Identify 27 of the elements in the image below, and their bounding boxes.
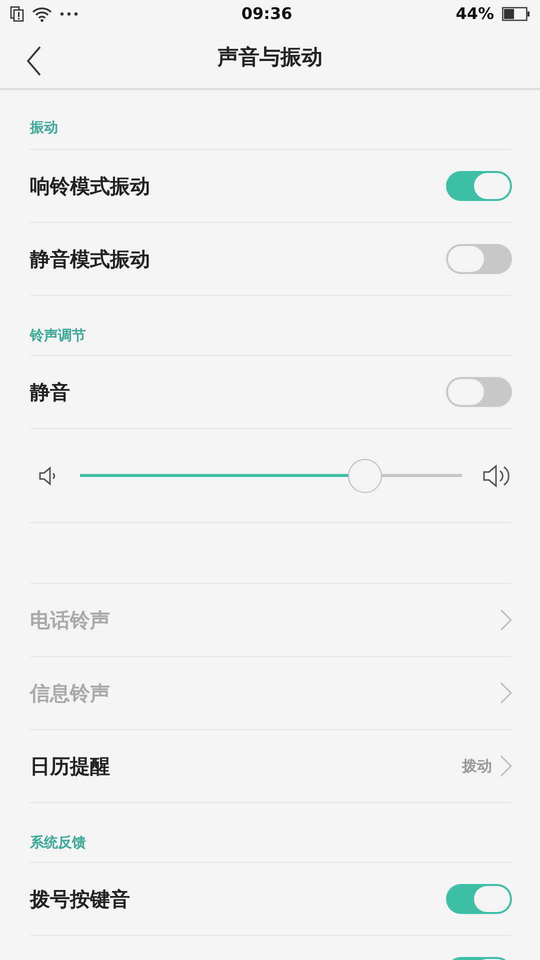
more-icon [60, 12, 78, 16]
setting-label: 拨号按键音 [30, 886, 130, 913]
sim-icon [10, 6, 24, 22]
setting-label: 响铃模式振动 [30, 173, 150, 200]
battery-percent: 44% [456, 3, 494, 25]
slider-thumb[interactable] [348, 458, 382, 492]
chevron-icon [500, 755, 512, 777]
section-header: 系统反馈 [30, 834, 86, 853]
wifi-icon [32, 6, 52, 22]
status-time: 09:36 [241, 3, 292, 25]
setting-label: 静音 [30, 379, 70, 406]
speaker-high-icon [482, 462, 512, 490]
chevron-icon [500, 682, 512, 704]
page-title: 声音与振动 [218, 44, 322, 72]
setting-value: 拨动 [462, 756, 492, 777]
setting-label: 日历提醒 [30, 753, 110, 780]
toggle-switch[interactable] [446, 377, 512, 407]
toggle-switch[interactable] [446, 244, 512, 274]
setting-label: 电话铃声 [30, 607, 110, 634]
section-header: 振动 [30, 119, 58, 138]
setting-label: 静音模式振动 [30, 246, 150, 273]
setting-label: 信息铃声 [30, 680, 110, 707]
toggle-switch[interactable] [446, 884, 512, 914]
chevron-icon [500, 609, 512, 631]
toggle-switch[interactable] [446, 171, 512, 201]
battery-icon [502, 7, 530, 21]
section-header: 铃声调节 [30, 327, 86, 346]
